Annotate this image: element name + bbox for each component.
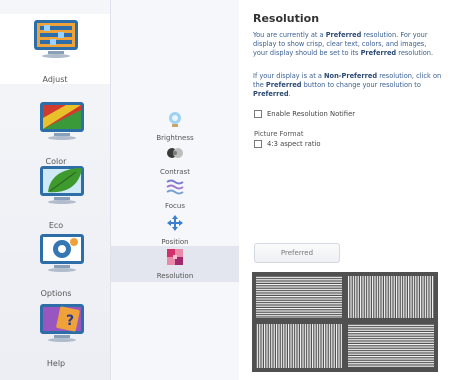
nav-item-adjust[interactable]: Adjust <box>0 14 110 84</box>
monitor-help-icon: ? <box>40 304 84 342</box>
subnav-label-position: Position <box>161 238 189 246</box>
enable-notifier-checkbox[interactable] <box>254 110 262 118</box>
picture-format-label: Picture Format <box>254 130 304 138</box>
subnav-item-resolution[interactable]: Resolution <box>111 246 239 282</box>
subnav-label-brightness: Brightness <box>156 134 194 142</box>
monitor-eco-icon <box>40 166 84 204</box>
pattern-horizontal-top <box>256 276 342 318</box>
subnav-item-focus[interactable]: Focus <box>111 176 239 212</box>
subnav-item-position[interactable]: Position <box>111 212 239 248</box>
non-preferred-info-text: If your display is at a Non-Preferred re… <box>253 72 442 99</box>
nav-label-options: Options <box>40 289 72 298</box>
pattern-vertical-bottom <box>256 324 342 368</box>
enable-notifier-label: Enable Resolution Notifier <box>267 110 356 118</box>
resolution-icon <box>167 249 183 265</box>
main-nav: Adjust Color Eco Options ? Help <box>0 0 111 380</box>
preferred-button[interactable]: Preferred <box>254 243 340 263</box>
subnav-label-resolution: Resolution <box>156 272 194 280</box>
content-panel: Resolution You are currently at a Prefer… <box>248 0 446 380</box>
nav-item-eco[interactable]: Eco <box>6 160 106 230</box>
pattern-horizontal-bottom <box>348 324 434 368</box>
enable-notifier-row[interactable]: Enable Resolution Notifier <box>254 110 355 118</box>
monitor-adjust-icon <box>34 20 78 58</box>
position-icon <box>167 215 183 231</box>
aspect-ratio-label: 4:3 aspect ratio <box>267 140 321 148</box>
monitor-options-icon <box>40 234 84 272</box>
brightness-icon <box>169 112 181 127</box>
aspect-ratio-row[interactable]: 4:3 aspect ratio <box>254 140 321 148</box>
nav-item-options[interactable]: Options <box>6 228 106 298</box>
nav-item-color[interactable]: Color <box>6 96 106 166</box>
monitor-color-icon <box>40 102 84 140</box>
subnav-item-brightness[interactable]: Brightness <box>111 108 239 144</box>
aspect-ratio-checkbox[interactable] <box>254 140 262 148</box>
pattern-vertical-top <box>348 276 434 318</box>
subnav-label-contrast: Contrast <box>160 168 190 176</box>
focus-icon <box>166 179 184 195</box>
app-window: Adjust Color Eco Options ? Help Brightne… <box>0 0 453 380</box>
nav-label-adjust: Adjust <box>42 75 68 84</box>
resolution-test-pattern <box>252 272 438 372</box>
page-title: Resolution <box>253 12 320 25</box>
sub-nav: Brightness Contrast Focus Position Resol… <box>111 0 239 380</box>
resolution-info-text: You are currently at a Preferred resolut… <box>253 31 434 58</box>
contrast-icon <box>167 148 183 158</box>
svg-text:?: ? <box>66 313 74 329</box>
nav-label-help: Help <box>46 359 66 368</box>
subnav-label-focus: Focus <box>165 202 185 210</box>
subnav-item-contrast[interactable]: Contrast <box>111 142 239 178</box>
nav-item-help[interactable]: ? Help <box>6 298 106 368</box>
